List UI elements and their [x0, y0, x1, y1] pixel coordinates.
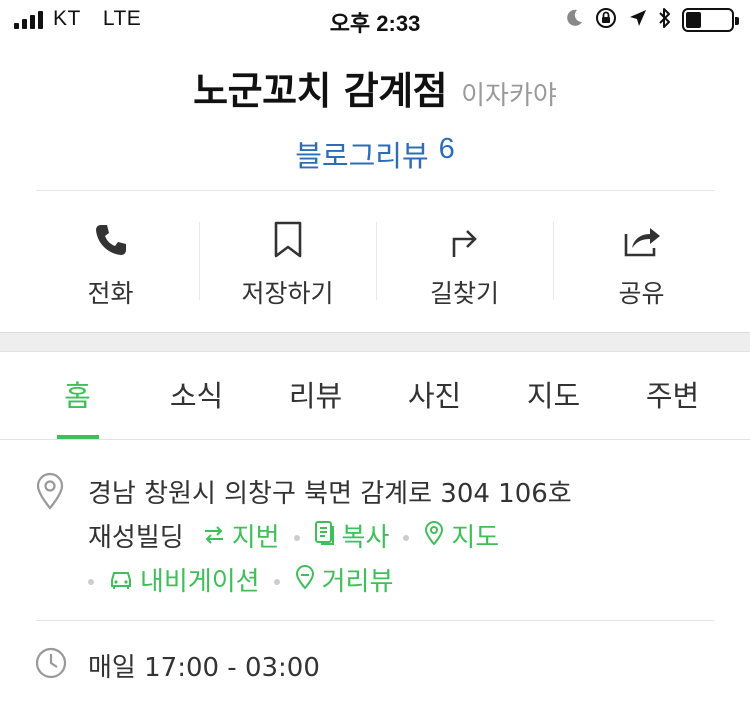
- directions-button[interactable]: 길찾기: [376, 212, 553, 312]
- rotation-lock-icon: [594, 6, 618, 34]
- lot-number-label: 지번: [231, 523, 280, 553]
- divider: [36, 620, 714, 621]
- map-pin-icon: [423, 516, 445, 560]
- car-icon: [108, 560, 134, 604]
- share-button[interactable]: 공유: [553, 212, 730, 312]
- tab-photos[interactable]: 사진: [375, 352, 494, 439]
- map-label: 지도: [451, 523, 500, 553]
- tab-map[interactable]: 지도: [494, 352, 613, 439]
- tab-reviews[interactable]: 리뷰: [256, 352, 375, 439]
- divider: [36, 190, 714, 191]
- separator-dot: [403, 535, 410, 541]
- place-name: 노군꼬치 감계점: [193, 69, 448, 113]
- separator-dot: [273, 579, 280, 585]
- bookmark-icon: [273, 218, 303, 262]
- battery-icon: [682, 8, 739, 32]
- section-separator: [0, 332, 750, 352]
- copy-icon: [314, 516, 336, 560]
- location-arrow-icon: [628, 8, 648, 32]
- save-label: 저장하기: [241, 279, 334, 308]
- navigation-label: 내비게이션: [140, 567, 260, 597]
- call-button[interactable]: 전화: [22, 212, 199, 312]
- lot-number-button[interactable]: 지번: [202, 516, 280, 560]
- status-bar: KT LTE 오후 2:33: [0, 0, 750, 40]
- blog-review-count: 6: [438, 133, 455, 165]
- moon-icon: [564, 8, 584, 32]
- place-header: 노군꼬치 감계점 이자카야 블로그리뷰 6: [0, 60, 750, 175]
- address-section: 경남 창원시 의창구 북면 감계로 304 106호 재성빌딩 지번 복사 지도…: [34, 472, 724, 604]
- place-category: 이자카야: [461, 81, 557, 111]
- location-pin-icon: [34, 472, 66, 514]
- copy-label: 복사: [341, 523, 390, 553]
- blog-review-label: 블로그리뷰: [295, 139, 429, 173]
- directions-label: 길찾기: [429, 279, 499, 308]
- swap-arrows-icon: [202, 516, 226, 560]
- call-label: 전화: [87, 279, 134, 308]
- tab-home[interactable]: 홈: [18, 352, 137, 439]
- blog-review-link[interactable]: 블로그리뷰 6: [295, 133, 455, 175]
- bluetooth-icon: [658, 6, 672, 34]
- tab-nearby[interactable]: 주변: [613, 352, 732, 439]
- address-line-2: 재성빌딩: [88, 523, 184, 553]
- address-line-1: 경남 창원시 의창구 북면 감계로 304 106호: [88, 479, 572, 509]
- separator-dot: [88, 579, 94, 585]
- street-view-label: 거리뷰: [321, 567, 394, 597]
- tab-bar: 홈 소식 리뷰 사진 지도 주변: [0, 352, 750, 440]
- clock-icon: [34, 646, 68, 684]
- action-bar: 전화 저장하기 길찾기 공유: [22, 212, 730, 312]
- separator-dot: [293, 535, 300, 541]
- share-icon: [622, 218, 662, 262]
- street-view-button[interactable]: 거리뷰: [294, 560, 394, 604]
- copy-button[interactable]: 복사: [314, 516, 390, 560]
- map-button[interactable]: 지도: [423, 516, 499, 560]
- street-view-icon: [294, 560, 316, 604]
- directions-icon: [448, 218, 482, 262]
- business-hours: 매일 17:00 - 03:00: [34, 646, 320, 684]
- share-label: 공유: [618, 279, 665, 308]
- save-button[interactable]: 저장하기: [199, 212, 376, 312]
- tab-news[interactable]: 소식: [137, 352, 256, 439]
- phone-icon: [93, 218, 129, 262]
- navigation-button[interactable]: 내비게이션: [108, 560, 260, 604]
- hours-text: 매일 17:00 - 03:00: [88, 652, 320, 683]
